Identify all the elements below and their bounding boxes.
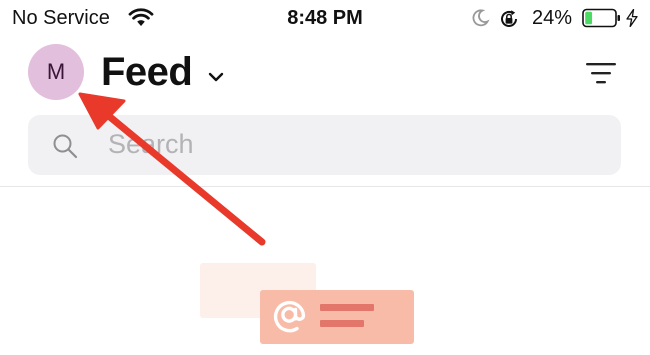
illustration-line bbox=[320, 320, 364, 327]
filter-icon[interactable] bbox=[586, 62, 616, 91]
avatar[interactable]: M bbox=[28, 44, 84, 100]
search-placeholder: Search bbox=[108, 129, 194, 159]
status-bar: No Service 8:48 PM 24% bbox=[0, 0, 650, 36]
battery-icon bbox=[582, 8, 622, 33]
at-mention-icon bbox=[271, 298, 307, 341]
search-input[interactable]: Search bbox=[28, 115, 621, 175]
page-title[interactable]: Feed bbox=[101, 50, 193, 95]
charging-bolt-icon bbox=[626, 8, 638, 32]
search-icon bbox=[52, 133, 78, 164]
rotation-lock-icon bbox=[498, 8, 520, 35]
avatar-initial: M bbox=[46, 59, 66, 84]
chevron-down-icon[interactable] bbox=[207, 70, 225, 88]
divider bbox=[0, 186, 650, 187]
illustration-line bbox=[320, 304, 374, 311]
moon-icon bbox=[470, 8, 490, 33]
battery-percent: 24% bbox=[532, 7, 573, 29]
